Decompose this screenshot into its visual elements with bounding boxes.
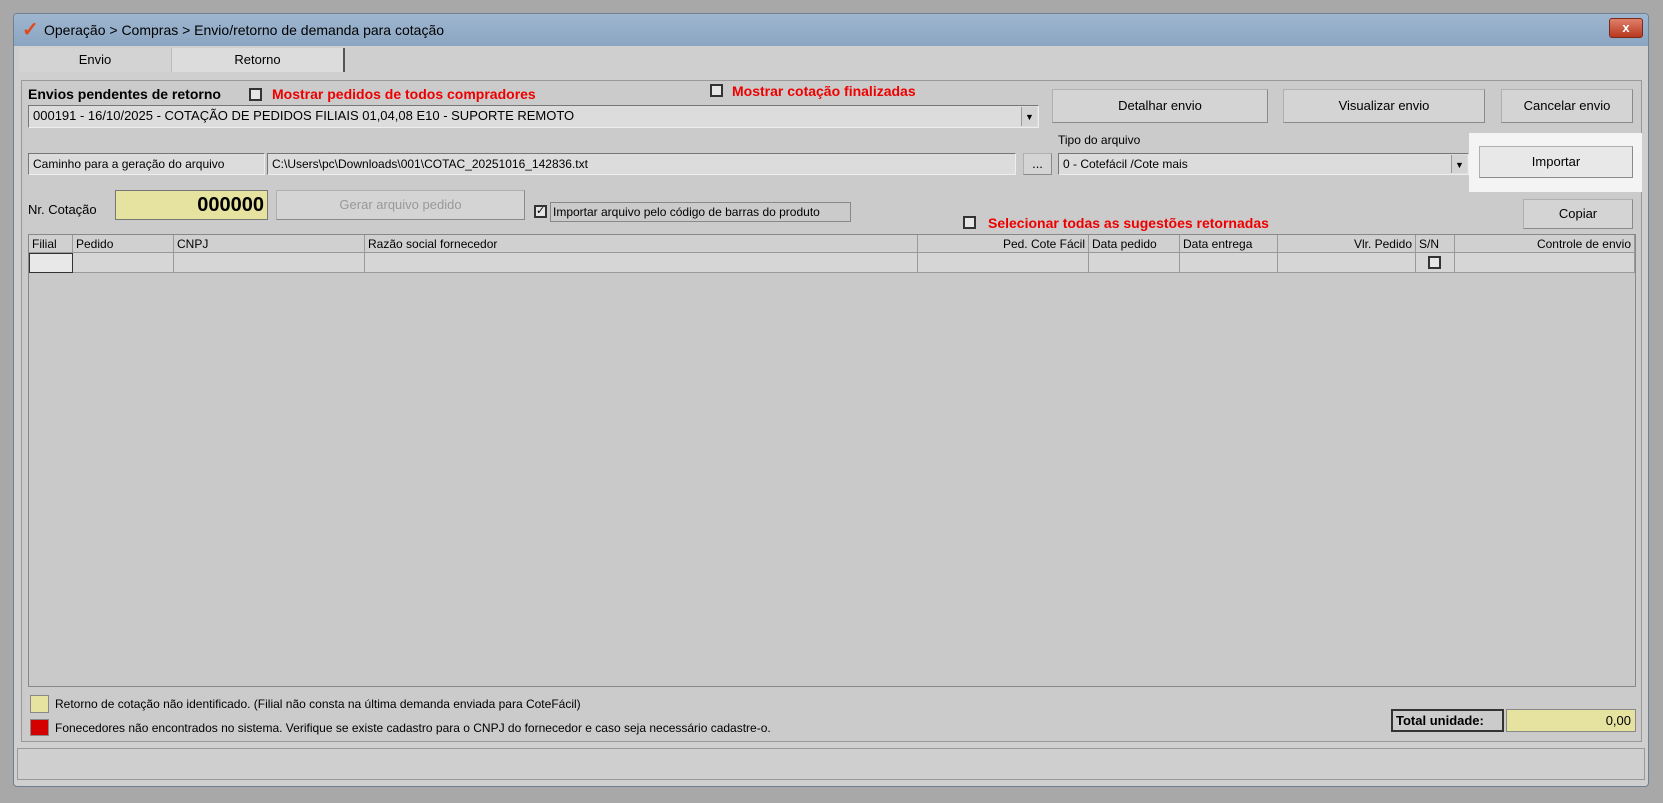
table-cell[interactable] xyxy=(365,253,918,273)
title-bar: ✓ Operação > Compras > Envio/retorno de … xyxy=(14,14,1648,46)
visualizar-envio-button[interactable]: Visualizar envio xyxy=(1283,89,1485,123)
file-type-value: 0 - Cotefácil /Cote mais xyxy=(1063,157,1188,171)
table-cell[interactable] xyxy=(29,253,73,273)
results-grid[interactable]: Filial Pedido CNPJ Razão social forneced… xyxy=(28,234,1636,687)
path-label: Caminho para a geração do arquivo xyxy=(28,153,265,175)
table-cell[interactable] xyxy=(1278,253,1416,273)
table-cell[interactable] xyxy=(1180,253,1278,273)
table-cell[interactable] xyxy=(918,253,1089,273)
column-header[interactable]: Pedido xyxy=(73,235,174,253)
column-header[interactable]: Ped. Cote Fácil xyxy=(918,235,1089,253)
table-cell[interactable] xyxy=(73,253,174,273)
table-cell[interactable] xyxy=(1089,253,1180,273)
copiar-button[interactable]: Copiar xyxy=(1523,199,1633,229)
show-all-buyers-checkbox[interactable] xyxy=(249,88,262,101)
legend-yellow-swatch xyxy=(30,695,49,713)
column-header[interactable]: Razão social fornecedor xyxy=(365,235,918,253)
file-type-select[interactable]: 0 - Cotefácil /Cote mais ▼ xyxy=(1058,153,1469,175)
tab-retorno[interactable]: Retorno xyxy=(172,48,345,72)
legend-red-text: Fonecedores não encontrados no sistema. … xyxy=(55,721,771,735)
legend-red-swatch xyxy=(30,719,49,736)
import-barcode-label: Importar arquivo pelo código de barras d… xyxy=(550,202,851,222)
show-finalized-label: Mostrar cotação finalizadas xyxy=(732,83,916,99)
chevron-down-icon[interactable]: ▼ xyxy=(1451,155,1467,173)
sn-checkbox[interactable] xyxy=(1428,256,1441,269)
pending-label: Envios pendentes de retorno xyxy=(28,86,221,102)
show-all-buyers-label: Mostrar pedidos de todos compradores xyxy=(272,86,536,102)
cancelar-envio-button[interactable]: Cancelar envio xyxy=(1501,89,1633,123)
pending-select[interactable]: 000191 - 16/10/2025 - COTAÇÃO DE PEDIDOS… xyxy=(28,105,1039,128)
table-cell[interactable] xyxy=(1416,253,1455,273)
column-header[interactable]: Filial xyxy=(29,235,73,253)
detalhar-envio-button[interactable]: Detalhar envio xyxy=(1052,89,1268,123)
table-cell[interactable] xyxy=(174,253,365,273)
select-all-checkbox[interactable] xyxy=(963,216,976,229)
total-value: 0,00 xyxy=(1506,709,1636,732)
column-header[interactable]: S/N xyxy=(1416,235,1455,253)
total-label: Total unidade: xyxy=(1391,709,1504,732)
file-type-label: Tipo do arquivo xyxy=(1058,133,1141,147)
legend-yellow-text: Retorno de cotação não identificado. (Fi… xyxy=(55,697,581,711)
gerar-arquivo-button[interactable]: Gerar arquivo pedido xyxy=(276,190,525,220)
show-finalized-checkbox[interactable] xyxy=(710,84,723,97)
column-header[interactable]: Data entrega xyxy=(1180,235,1278,253)
column-header[interactable]: Controle de envio xyxy=(1455,235,1635,253)
status-bar xyxy=(17,748,1645,780)
browse-button[interactable]: ... xyxy=(1023,153,1052,175)
chevron-down-icon[interactable]: ▼ xyxy=(1021,107,1037,126)
pending-select-value: 000191 - 16/10/2025 - COTAÇÃO DE PEDIDOS… xyxy=(33,108,575,123)
cotacao-input[interactable]: 000000 xyxy=(115,190,268,220)
close-button[interactable]: x xyxy=(1609,18,1643,38)
tab-envio[interactable]: Envio xyxy=(19,48,172,72)
app-logo-icon: ✓ xyxy=(22,19,39,41)
column-header[interactable]: CNPJ xyxy=(174,235,365,253)
table-cell[interactable] xyxy=(1455,253,1635,273)
import-barcode-checkbox[interactable]: ✓ xyxy=(534,205,547,218)
column-header[interactable]: Vlr. Pedido xyxy=(1278,235,1416,253)
importar-button[interactable]: Importar xyxy=(1479,146,1633,178)
column-header[interactable]: Data pedido xyxy=(1089,235,1180,253)
window-title: Operação > Compras > Envio/retorno de de… xyxy=(44,22,445,38)
select-all-label: Selecionar todas as sugestões retornadas xyxy=(988,215,1269,231)
cotacao-label: Nr. Cotação xyxy=(28,202,97,217)
path-input[interactable]: C:\Users\pc\Downloads\001\COTAC_20251016… xyxy=(267,153,1016,175)
